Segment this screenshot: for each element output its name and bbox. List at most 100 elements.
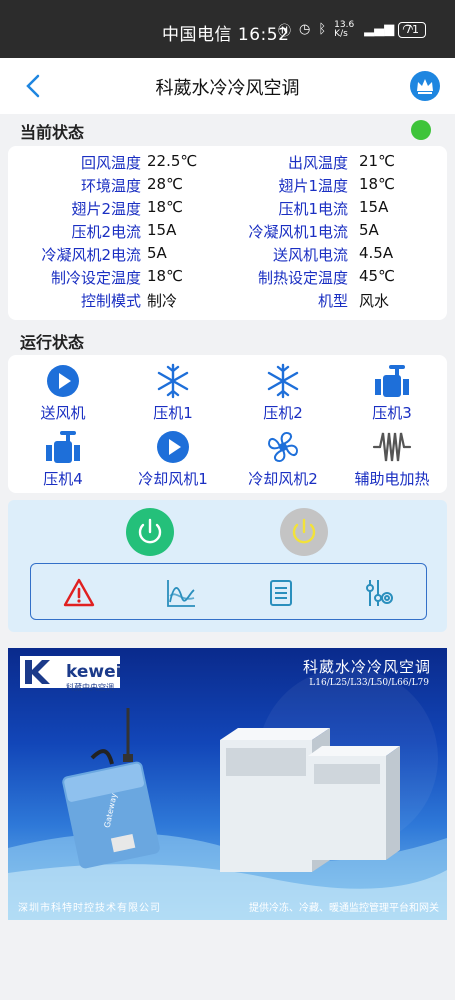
power-off-icon xyxy=(292,518,316,544)
param-value: 18℃ xyxy=(147,267,183,285)
banner-brand-sub: 科葳中央空调 xyxy=(66,683,114,692)
run-item-label: 压机4 xyxy=(43,470,83,488)
curve-chart-icon xyxy=(167,580,195,607)
banner-title: 科葳水冷冷风空调 xyxy=(302,658,431,676)
run-item-compressor-3[interactable]: 压机3 xyxy=(337,363,447,423)
param-value: 4.5A xyxy=(359,244,394,262)
run-item-cooling-fan-2[interactable]: 冷却风机2 xyxy=(228,429,338,489)
param-value: 风水 xyxy=(359,292,390,310)
param-label: 翅片1温度 xyxy=(278,177,348,195)
param-row: 回风温度 22.5℃ 出风温度 21℃ xyxy=(8,152,447,175)
promo-banner[interactable]: kewei 科葳中央空调 科葳水冷冷风空调 L16/L25/L33/L50/L6… xyxy=(8,648,447,920)
kewei-logo: kewei 科葳中央空调 xyxy=(20,656,122,692)
alarm-button[interactable] xyxy=(62,576,96,610)
param-row: 控制模式 制冷 机型 风水 xyxy=(8,290,447,313)
play-circle-icon xyxy=(157,431,189,463)
param-row: 翅片2温度 18℃ 压机1电流 15A xyxy=(8,198,447,221)
fan-icon xyxy=(268,432,298,462)
kewei-k-logo-icon xyxy=(25,660,50,684)
param-label: 压机1电流 xyxy=(278,200,348,218)
status-icons: Ⓝ ◷ ᛒ 13.6 K/s ▂▄▆ ◠ xyxy=(278,20,414,39)
settings-sliders-icon xyxy=(366,580,393,606)
power-off-button[interactable] xyxy=(280,508,328,556)
param-value: 15A xyxy=(147,221,177,239)
param-value: 15A xyxy=(359,198,389,216)
signal-icon: ▂▄▆ xyxy=(364,22,395,37)
param-label: 翅片2温度 xyxy=(71,200,141,218)
param-label: 冷凝风机1电流 xyxy=(248,223,348,241)
status-time: 中国电信 16:52 xyxy=(162,25,290,45)
param-value: 5A xyxy=(147,244,167,262)
alarm-icon: ◷ xyxy=(299,22,311,37)
bluetooth-icon: ᛒ xyxy=(318,22,327,37)
banner-company: 深圳市科特时控技术有限公司 xyxy=(18,903,161,914)
param-value: 18℃ xyxy=(147,198,183,216)
crown-icon xyxy=(417,79,433,94)
settings-button[interactable] xyxy=(362,576,396,610)
run-item-label: 压机2 xyxy=(263,404,303,422)
banner-brand: kewei xyxy=(66,662,122,682)
param-value: 21℃ xyxy=(359,152,395,170)
param-row: 环境温度 28℃ 翅片1温度 18℃ xyxy=(8,175,447,198)
param-value: 22.5℃ xyxy=(147,152,198,170)
param-label: 环境温度 xyxy=(80,177,141,195)
curve-button[interactable] xyxy=(164,576,198,610)
current-status-title: 当前状态 xyxy=(20,123,85,142)
param-label: 制冷设定温度 xyxy=(50,269,141,287)
run-item-label: 压机3 xyxy=(372,404,412,422)
run-item-aux-heater[interactable]: 辅助电加热 xyxy=(337,429,447,489)
snowflake-icon xyxy=(267,363,299,399)
param-value: 28℃ xyxy=(147,175,183,193)
heater-coil-icon xyxy=(372,432,412,462)
alarm-warning-icon xyxy=(63,578,95,607)
param-label: 回风温度 xyxy=(80,154,141,172)
run-item-label: 压机1 xyxy=(153,404,193,422)
param-label: 机型 xyxy=(317,292,348,310)
net-speed: 13.6 K/s xyxy=(334,19,355,39)
vip-button[interactable] xyxy=(410,71,440,101)
run-item-label: 冷却风机1 xyxy=(138,470,208,488)
power-on-icon xyxy=(138,518,162,544)
run-item-label: 送风机 xyxy=(40,404,86,422)
run-item-cooling-fan-1[interactable]: 冷却风机1 xyxy=(118,429,228,489)
banner-slogan: 提供冷冻、冷藏、暖通监控管理平台和网关 xyxy=(249,903,439,914)
param-value: 5A xyxy=(359,221,379,239)
param-label: 出风温度 xyxy=(287,154,348,172)
power-on-button[interactable] xyxy=(126,508,174,556)
online-status-indicator xyxy=(411,120,431,140)
run-status-title: 运行状态 xyxy=(20,333,85,352)
page-title: 科葳水冷冷风空调 xyxy=(155,78,300,99)
valve-icon xyxy=(375,365,409,397)
list-icon xyxy=(270,580,292,606)
param-label: 压机2电流 xyxy=(71,223,141,241)
param-row: 压机2电流 15A 冷凝风机1电流 5A xyxy=(8,221,447,244)
valve-icon xyxy=(46,431,80,463)
param-label: 送风机电流 xyxy=(272,246,348,264)
navigation-bar: 科葳水冷冷风空调 xyxy=(0,58,455,114)
snowflake-icon xyxy=(157,363,189,399)
param-value: 45℃ xyxy=(359,267,395,285)
play-circle-icon xyxy=(47,365,79,397)
run-item-compressor-1[interactable]: 压机1 xyxy=(118,363,228,423)
param-label: 控制模式 xyxy=(80,292,141,310)
battery-indicator: 71 xyxy=(398,22,426,38)
function-toolbar xyxy=(30,563,427,620)
nfc-icon: Ⓝ xyxy=(278,24,292,39)
log-list-button[interactable] xyxy=(264,576,298,610)
param-value: 18℃ xyxy=(359,175,395,193)
run-item-label: 辅助电加热 xyxy=(354,470,430,488)
run-item-compressor-4[interactable]: 压机4 xyxy=(8,429,118,489)
run-item-label: 冷却风机2 xyxy=(248,470,318,488)
param-value: 制冷 xyxy=(147,292,178,310)
banner-models: L16/L25/L33/L50/L66/L79 xyxy=(309,678,429,688)
run-item-compressor-2[interactable]: 压机2 xyxy=(228,363,338,423)
control-panel xyxy=(8,500,447,632)
system-status-bar: 中国电信 16:52 Ⓝ ◷ ᛒ 13.6 K/s ▂▄▆ ◠ 71 xyxy=(0,0,455,58)
param-row: 制冷设定温度 18℃ 制热设定温度 45℃ xyxy=(8,267,447,290)
run-status-card: 送风机 压机1 压机2 压机3 压机4 冷却风机1 冷却风机2 辅助电加热 xyxy=(8,355,447,493)
param-label: 冷凝风机2电流 xyxy=(41,246,141,264)
run-item-supply-fan[interactable]: 送风机 xyxy=(8,363,118,423)
param-row: 冷凝风机2电流 5A 送风机电流 4.5A xyxy=(8,244,447,267)
params-card: 回风温度 22.5℃ 出风温度 21℃ 环境温度 28℃ 翅片1温度 18℃ 翅… xyxy=(8,146,447,320)
param-label: 制热设定温度 xyxy=(257,269,348,287)
